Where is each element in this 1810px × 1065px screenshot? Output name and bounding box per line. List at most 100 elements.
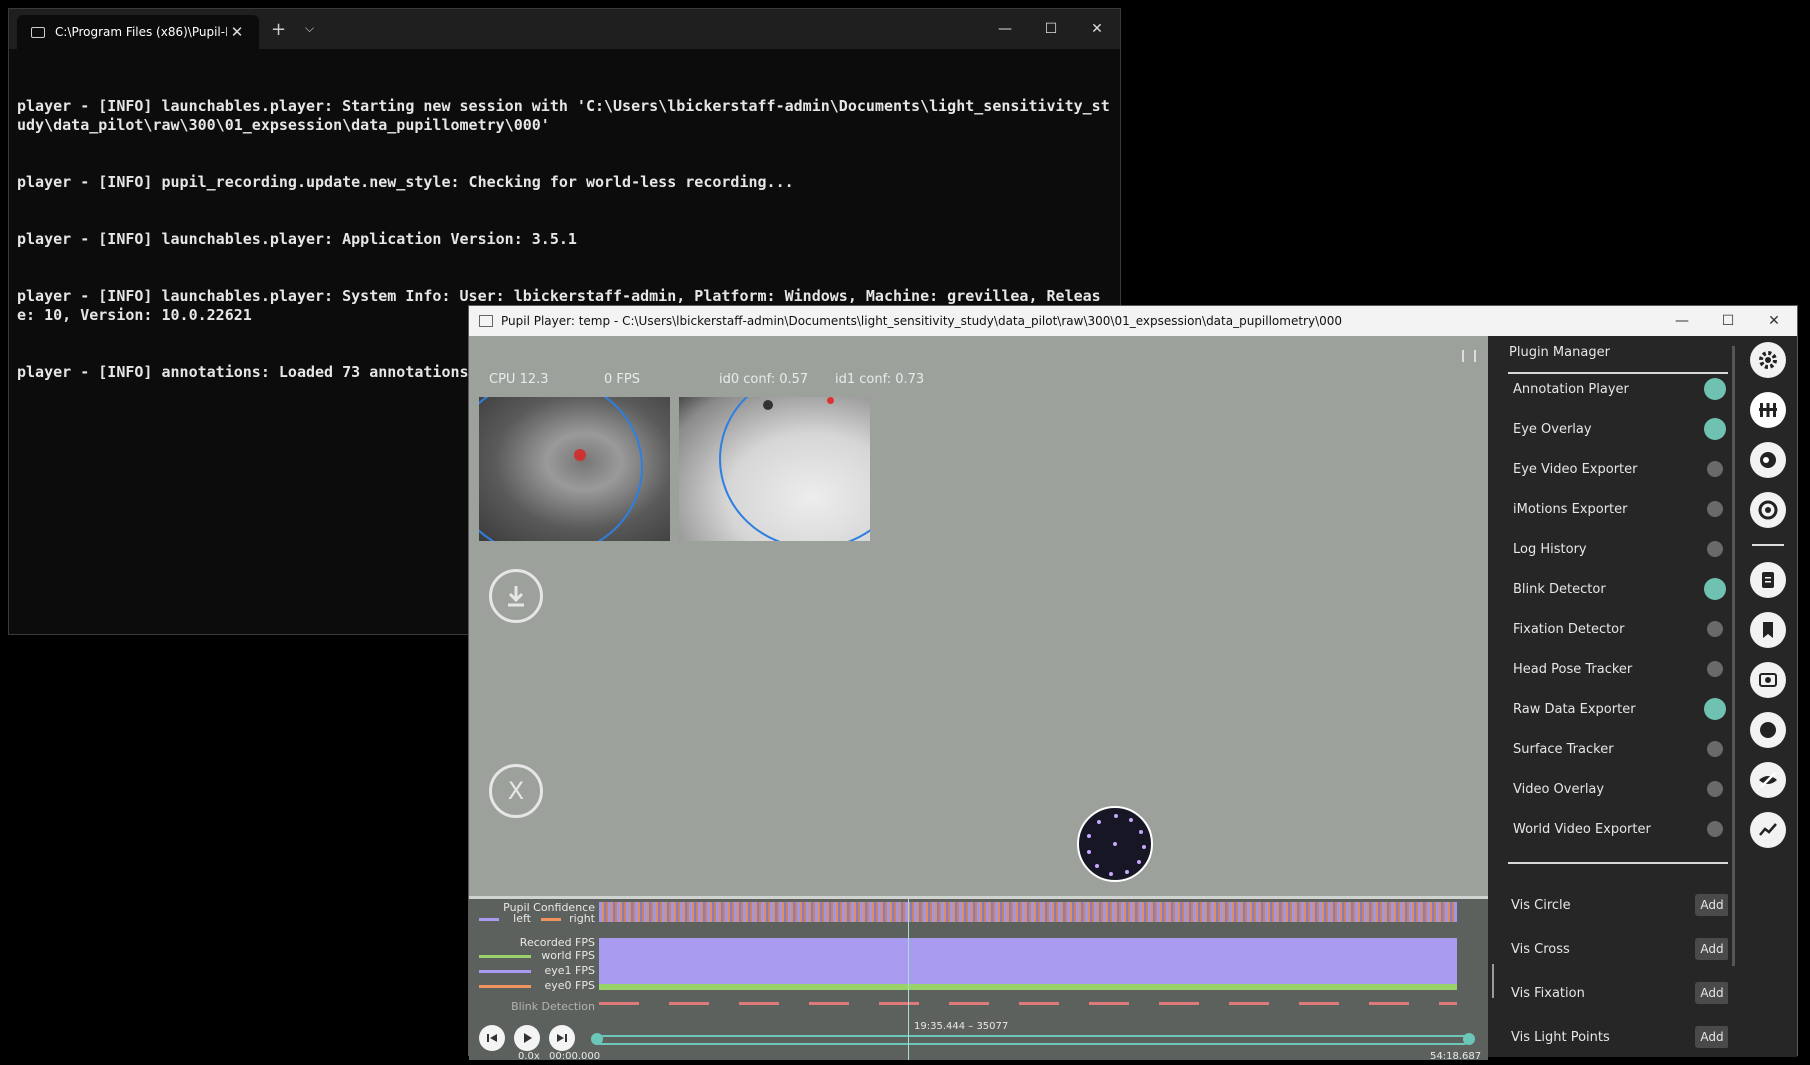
app-icon: [479, 315, 493, 327]
maximize-button[interactable]: ☐: [1705, 306, 1751, 336]
plugin-eye-overlay[interactable]: Eye Overlay: [1513, 409, 1726, 449]
plugin-manager-button[interactable]: [1750, 392, 1786, 428]
export-button[interactable]: [489, 569, 543, 623]
console-line: player - [INFO] launchables.player: Appl…: [17, 230, 577, 248]
vis-plugin-label: Vis Light Points: [1511, 1029, 1610, 1045]
plugin-world-video-exporter[interactable]: World Video Exporter: [1513, 809, 1723, 849]
plugin-toggle[interactable]: [1707, 821, 1723, 837]
play-icon: [524, 1033, 532, 1043]
plugin-video-overlay[interactable]: Video Overlay: [1513, 769, 1723, 809]
menu-resize-handle[interactable]: [1492, 964, 1494, 998]
tab-dropdown-icon[interactable]: ⌵: [305, 21, 314, 36]
plugin-label: Surface Tracker: [1513, 741, 1614, 757]
left-legend-line: [479, 918, 499, 921]
timeline-button[interactable]: [1750, 812, 1786, 848]
eye1-marker: [827, 397, 834, 404]
target-icon: [1758, 500, 1778, 520]
plugin-head-pose-tracker[interactable]: Head Pose Tracker: [1513, 649, 1723, 689]
annotation-button[interactable]: [1750, 492, 1786, 528]
add-button[interactable]: Add: [1695, 938, 1728, 960]
plugin-toggle[interactable]: [1707, 541, 1723, 557]
plugin-manager-menu: Plugin Manager Annotation Player Eye Ove…: [1488, 336, 1728, 1057]
general-settings-button[interactable]: [1750, 342, 1786, 378]
calibration-marker: [1077, 806, 1153, 882]
plugin-manager-icon: [1759, 403, 1777, 417]
plugin-toggle[interactable]: [1707, 461, 1723, 477]
plugin-toggle[interactable]: [1707, 661, 1723, 677]
timeline-panel[interactable]: Pupil Confidence left right Recorded FPS…: [469, 896, 1488, 1062]
menu-scrollbar[interactable]: [1732, 346, 1735, 966]
plugin-toggle[interactable]: [1707, 621, 1723, 637]
annotation-player-button[interactable]: [1750, 612, 1786, 648]
add-button[interactable]: Add: [1695, 894, 1728, 916]
plugin-blink-detector[interactable]: Blink Detector: [1513, 569, 1726, 609]
plugin-toggle[interactable]: [1707, 781, 1723, 797]
blink-detection-label: Blink Detection: [511, 1000, 595, 1013]
vis-plugin-label: Vis Fixation: [1511, 985, 1585, 1001]
current-time-label: 19:35.444 – 35077: [914, 1021, 1009, 1032]
playback-speed: 0.0x: [518, 1051, 540, 1062]
previous-frame-button[interactable]: [479, 1025, 505, 1051]
playhead[interactable]: [908, 899, 909, 1060]
vis-plugin-label: Vis Circle: [1511, 897, 1571, 913]
skip-back-icon: [487, 1034, 497, 1042]
close-tab-icon[interactable]: ✕: [227, 23, 247, 41]
terminal-tab-title: C:\Program Files (x86)\Pupil-I: [55, 25, 227, 39]
eye-video-icon: [1759, 673, 1777, 687]
world-view[interactable]: CPU 12.3 0 FPS id0 conf: 0.57 id1 conf: …: [469, 336, 1488, 908]
pupil-confidence-row: Pupil Confidence left right: [469, 899, 1488, 931]
eye-video-exporter-button[interactable]: [1750, 662, 1786, 698]
eye-overlay-button[interactable]: [1750, 442, 1786, 478]
eye1-confidence: id1 conf: 0.73: [835, 372, 925, 387]
plugin-annotation-player[interactable]: Annotation Player: [1513, 369, 1726, 409]
plugin-imotions-exporter[interactable]: iMotions Exporter: [1513, 489, 1723, 529]
plugin-fixation-detector[interactable]: Fixation Detector: [1513, 609, 1723, 649]
playback-bar: 19:35.444 – 35077 0.0x 00:00.000 54:18.6…: [469, 1018, 1488, 1062]
next-frame-button[interactable]: [549, 1025, 575, 1051]
minimize-button[interactable]: —: [982, 9, 1028, 49]
add-button[interactable]: Add: [1695, 982, 1728, 1004]
plugin-surface-tracker[interactable]: Surface Tracker: [1513, 729, 1723, 769]
trim-end-handle[interactable]: [1463, 1033, 1475, 1045]
vis-plugin-label: Vis Cross: [1511, 941, 1570, 957]
plugin-raw-data-exporter[interactable]: Raw Data Exporter: [1513, 689, 1726, 729]
close-button[interactable]: ✕: [1074, 9, 1120, 49]
eye-overlay-icon: [1760, 452, 1776, 468]
console-line: player - [INFO] pupil_recording.update.n…: [17, 173, 794, 191]
blink-icon: [1759, 772, 1777, 788]
plugin-toggle[interactable]: [1704, 578, 1726, 600]
blink-detector-button[interactable]: [1750, 762, 1786, 798]
right-legend-label: right: [569, 912, 595, 925]
player-titlebar: Pupil Player: temp - C:\Users\lbickersta…: [469, 306, 1797, 336]
record-button[interactable]: [1750, 712, 1786, 748]
blink-detection-row: Blink Detection: [469, 999, 1488, 1013]
export-settings-button[interactable]: [1750, 562, 1786, 598]
trim-start-handle[interactable]: [591, 1033, 603, 1045]
gear-icon: [1759, 351, 1777, 369]
plugin-toggle[interactable]: [1704, 378, 1726, 400]
menu-toggle-handle[interactable]: [1462, 350, 1476, 362]
plugin-toggle[interactable]: [1704, 698, 1726, 720]
vis-light-points-item: Vis Light Points Add: [1511, 1017, 1728, 1057]
divider: [1508, 862, 1728, 864]
maximize-button[interactable]: ☐: [1028, 9, 1074, 49]
add-button[interactable]: Add: [1695, 1026, 1728, 1048]
plugin-toggle[interactable]: [1707, 741, 1723, 757]
plugin-toggle[interactable]: [1704, 418, 1726, 440]
close-button[interactable]: ✕: [1751, 306, 1797, 336]
plugin-label: Eye Overlay: [1513, 421, 1592, 437]
play-button[interactable]: [514, 1025, 540, 1051]
plugin-toggle[interactable]: [1707, 501, 1723, 517]
icon-bar: [1738, 336, 1797, 1057]
eye0-confidence: id0 conf: 0.57: [719, 372, 809, 387]
recorded-fps-plot: [599, 938, 1457, 990]
close-overlay-button[interactable]: X: [489, 764, 543, 818]
new-tab-button[interactable]: +: [271, 19, 286, 40]
plugin-log-history[interactable]: Log History: [1513, 529, 1723, 569]
plugin-eye-video-exporter[interactable]: Eye Video Exporter: [1513, 449, 1723, 489]
seek-slider[interactable]: [595, 1035, 1469, 1045]
minimize-button[interactable]: —: [1659, 306, 1705, 336]
terminal-tab[interactable]: C:\Program Files (x86)\Pupil-I ✕: [17, 15, 259, 49]
console-line: player - [INFO] launchables.player: Star…: [17, 97, 1110, 134]
right-legend-line: [541, 918, 561, 921]
